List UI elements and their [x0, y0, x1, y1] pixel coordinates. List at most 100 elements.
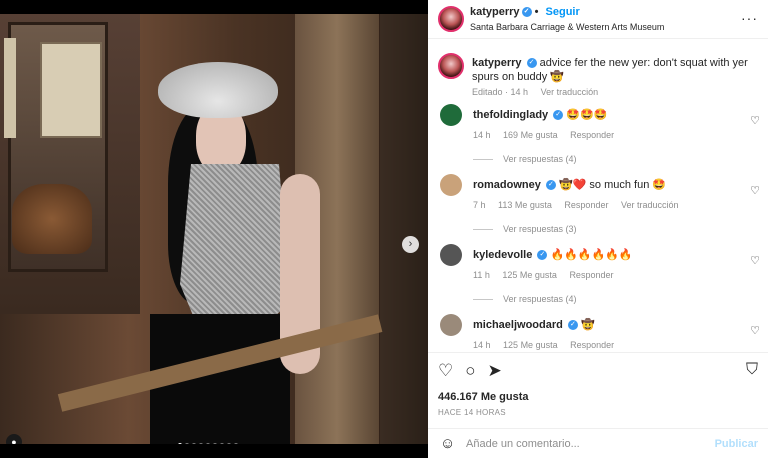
carousel-dot — [192, 443, 196, 444]
view-replies-label: Ver respuestas (4) — [503, 154, 577, 164]
verified-icon: ✓ — [526, 58, 537, 69]
carousel-dots — [178, 443, 238, 444]
comment-meta: 14 h 169 Me gusta Responder — [473, 130, 624, 140]
carousel-dot — [234, 443, 238, 444]
verified-icon: ✓ — [537, 250, 548, 261]
comment-body: 🤠 — [580, 319, 595, 331]
view-replies[interactable]: Ver respuestas (4) — [473, 154, 577, 164]
separator-dot: • — [531, 6, 542, 18]
comment-like-icon[interactable]: ♡ — [750, 324, 760, 337]
comment-text: kyledevolle ✓ 🔥🔥🔥🔥🔥🔥 — [473, 248, 633, 261]
follow-button[interactable]: Seguir — [546, 6, 580, 18]
image-hat — [158, 62, 278, 118]
carousel-dot — [178, 443, 182, 444]
share-icon[interactable]: ➤ — [488, 361, 502, 381]
comment-item: romadowney ✓ 🤠❤️ so much fun 🤩 7 h 113 M… — [428, 172, 768, 242]
tagged-user-icon[interactable]: ● — [6, 434, 22, 444]
comment-username[interactable]: kyledevolle — [473, 249, 532, 261]
reply-button[interactable]: Responder — [569, 270, 613, 280]
likes-count[interactable]: 446.167 Me gusta — [438, 391, 529, 403]
more-options-icon[interactable]: ··· — [741, 10, 758, 26]
comment-time: 14 h — [473, 340, 491, 350]
comment-meta: 11 h 125 Me gusta Responder — [473, 270, 623, 280]
comment-icon[interactable]: ○ — [465, 361, 475, 381]
replies-line — [473, 299, 493, 301]
comment-time: 14 h — [473, 130, 491, 140]
post-panel: katyperry ✓ • Seguir Santa Barbara Carria… — [428, 0, 768, 458]
comment-meta: 7 h 113 Me gusta Responder Ver traducció… — [473, 200, 689, 210]
post-header: katyperry ✓ • Seguir Santa Barbara Carria… — [428, 0, 768, 39]
caption-translation-link[interactable]: Ver traducción — [541, 87, 599, 97]
image-poster — [40, 42, 102, 138]
comment-likes[interactable]: 169 Me gusta — [503, 130, 558, 140]
comment-text: romadowney ✓ 🤠❤️ so much fun 🤩 — [473, 178, 666, 191]
instagram-post-modal: › ● katyperry ✓ • Seguir Santa Barbara Ca… — [0, 0, 768, 458]
author-username[interactable]: katyperry — [470, 6, 520, 18]
carousel-dot — [213, 443, 217, 444]
verified-icon: ✓ — [545, 180, 556, 191]
save-icon[interactable]: ⛉ — [746, 361, 758, 379]
comment-avatar[interactable] — [440, 104, 462, 126]
caption-username[interactable]: katyperry — [472, 57, 522, 69]
image-beam-dark — [380, 14, 428, 444]
carousel-dot — [206, 443, 210, 444]
emoji-icon[interactable]: ☺ — [440, 435, 455, 452]
view-replies[interactable]: Ver respuestas (4) — [473, 294, 577, 304]
comments-scroll[interactable]: katyperry ✓ advice fer the new yer: don'… — [428, 40, 768, 352]
comment-like-icon[interactable]: ♡ — [750, 184, 760, 197]
comment-text: thefoldinglady ✓ 🤩🤩🤩 — [473, 108, 607, 121]
comment-like-icon[interactable]: ♡ — [750, 114, 760, 127]
caption-text: katyperry ✓ advice fer the new yer: don'… — [472, 56, 752, 84]
comment-input[interactable] — [466, 435, 706, 453]
reply-button[interactable]: Responder — [570, 130, 614, 140]
comment-avatar[interactable] — [440, 244, 462, 266]
comment-item: kyledevolle ✓ 🔥🔥🔥🔥🔥🔥 11 h 125 Me gusta R… — [428, 242, 768, 312]
replies-line — [473, 229, 493, 231]
comment-body: 🔥🔥🔥🔥🔥🔥 — [550, 249, 633, 261]
view-replies[interactable]: Ver respuestas (3) — [473, 224, 577, 234]
comment-likes[interactable]: 125 Me gusta — [503, 340, 558, 350]
view-replies-label: Ver respuestas (3) — [503, 224, 577, 234]
carousel-dot — [199, 443, 203, 444]
caption-meta: Editado · 14 h Ver traducción — [472, 87, 608, 97]
post-image[interactable]: › ● — [0, 14, 428, 444]
author-line: katyperry ✓ • Seguir — [470, 6, 580, 18]
comment-time: 7 h — [473, 200, 486, 210]
comment-time: 11 h — [473, 270, 490, 280]
comment-username[interactable]: thefoldinglady — [473, 109, 548, 121]
comment-avatar[interactable] — [440, 314, 462, 336]
comment-likes[interactable]: 113 Me gusta — [498, 200, 552, 210]
carousel-dot — [227, 443, 231, 444]
comment-avatar[interactable] — [440, 174, 462, 196]
comment-list: thefoldinglady ✓ 🤩🤩🤩 14 h 169 Me gusta R… — [428, 102, 768, 352]
author-avatar[interactable] — [438, 6, 464, 32]
comment-username[interactable]: romadowney — [473, 179, 541, 191]
location-link[interactable]: Santa Barbara Carriage & Western Arts Mu… — [470, 22, 664, 32]
comment-item: michaeljwoodard ✓ 🤠 14 h 125 Me gusta Re… — [428, 312, 768, 352]
comment-item: thefoldinglady ✓ 🤩🤩🤩 14 h 169 Me gusta R… — [428, 102, 768, 172]
verified-icon: ✓ — [553, 110, 564, 121]
carousel-dot — [220, 443, 224, 444]
reply-button[interactable]: Responder — [564, 200, 608, 210]
caption: katyperry ✓ advice fer the new yer: don'… — [428, 40, 768, 102]
add-comment-bar: ☺ Publicar — [428, 428, 768, 458]
replies-line — [473, 159, 493, 161]
post-actions: ♡ ○ ➤ ⛉ 446.167 Me gusta HACE 14 HORAS ☺… — [428, 352, 768, 458]
comment-likes[interactable]: 125 Me gusta — [502, 270, 557, 280]
next-image-button[interactable]: › — [402, 236, 419, 253]
publish-button[interactable]: Publicar — [715, 438, 758, 450]
image-saddle — [12, 184, 92, 254]
reply-button[interactable]: Responder — [570, 340, 614, 350]
verified-icon: ✓ — [521, 7, 532, 18]
comment-username[interactable]: michaeljwoodard — [473, 319, 563, 331]
post-time: HACE 14 HORAS — [438, 408, 506, 417]
caption-edited: Editado · 14 h — [472, 87, 529, 97]
view-replies-label: Ver respuestas (4) — [503, 294, 577, 304]
like-icon[interactable]: ♡ — [438, 361, 453, 381]
verified-icon: ✓ — [567, 320, 578, 331]
comment-like-icon[interactable]: ♡ — [750, 254, 760, 267]
caption-avatar[interactable] — [438, 53, 464, 79]
comment-body: 🤩🤩🤩 — [566, 109, 608, 121]
comment-translation-link[interactable]: Ver traducción — [621, 200, 679, 210]
image-poster-left — [4, 38, 16, 138]
